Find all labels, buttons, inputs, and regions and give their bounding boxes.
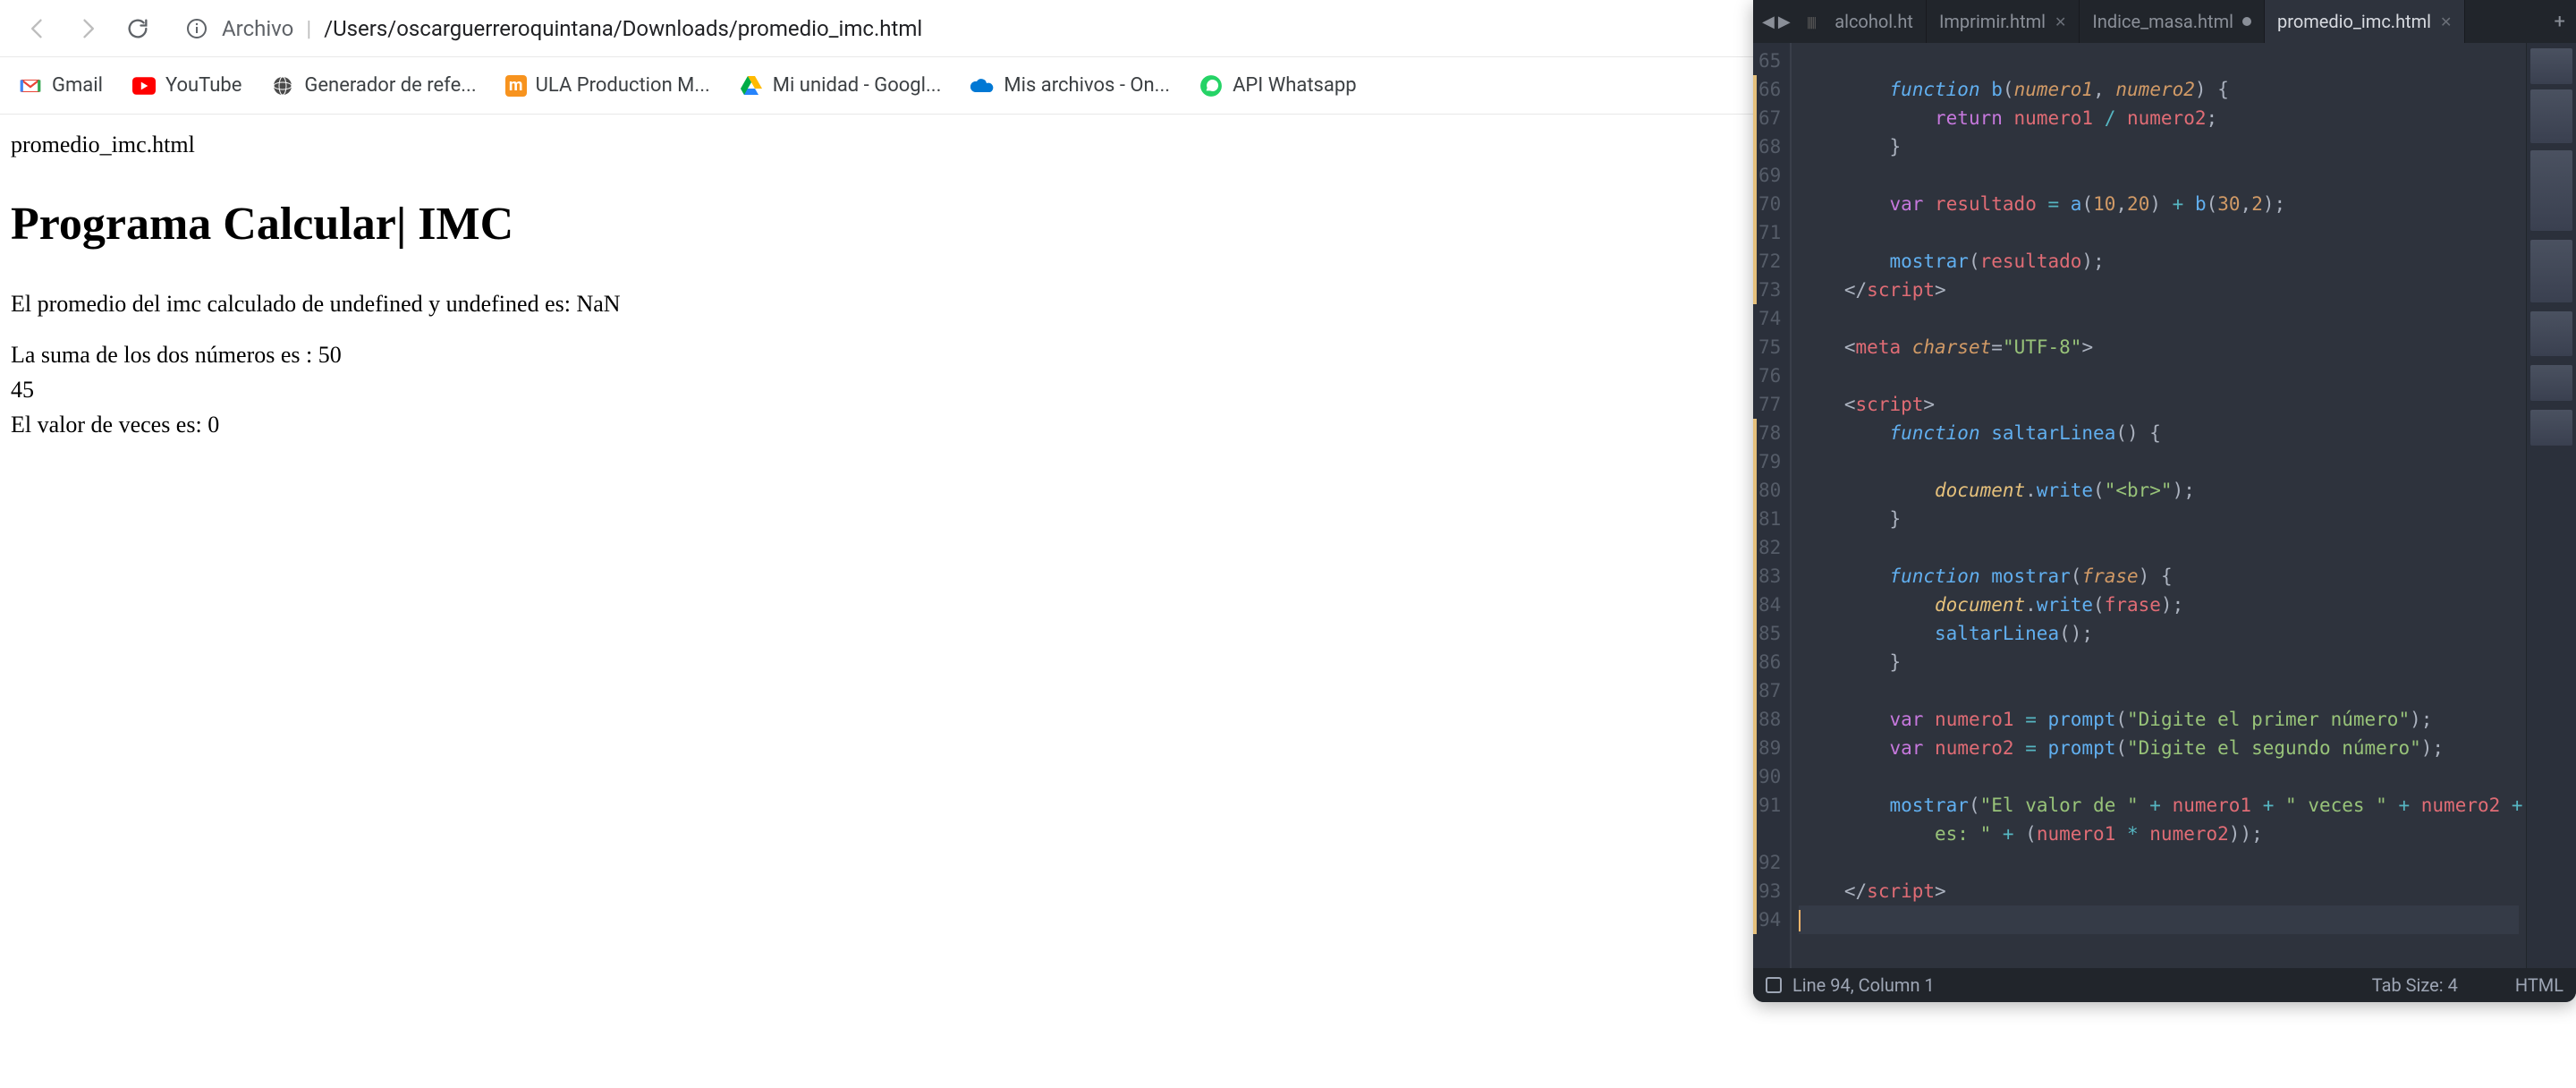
line-number: 78 [1758,419,1781,447]
line-number: 74 [1758,304,1781,333]
browser-window: Archivo | /Users/oscarguerreroquintana/D… [0,0,1753,1088]
line-number: 93 [1758,877,1781,905]
line-number: 71 [1758,218,1781,247]
tabs-nav: ◀ ▶ [1753,0,1800,43]
page-line: El valor de veces es: 0 [11,407,1742,442]
address-path: /Users/oscarguerreroquintana/Downloads/p… [324,16,922,41]
bookmark-whatsapp[interactable]: API Whatsapp [1199,73,1357,98]
line-number: 88 [1758,705,1781,734]
tab-label: promedio_imc.html [2277,11,2431,32]
bookmark-generador[interactable]: Generador de refe... [270,73,476,98]
page-line: La suma de los dos números es : 50 [11,337,1742,372]
new-tab-button[interactable]: + [2544,0,2576,43]
forward-button[interactable] [68,9,107,48]
bookmark-label: YouTube [165,74,242,97]
bookmark-label: Generador de refe... [304,74,476,97]
bookmark-label: ULA Production M... [536,74,710,97]
line-number: 82 [1758,533,1781,562]
bookmarks-bar: Gmail YouTube Generador de refe... m ULA… [0,57,1753,115]
line-number: 87 [1758,676,1781,705]
reload-button[interactable] [118,9,157,48]
status-language[interactable]: HTML [2515,974,2563,996]
line-number [1758,820,1781,848]
line-number: 92 [1758,848,1781,877]
bookmark-label: Gmail [52,74,103,97]
bookmark-ula[interactable]: m ULA Production M... [505,74,710,97]
tab-indice-masa[interactable]: Indice_masa.html [2080,0,2265,43]
line-number: 84 [1758,591,1781,619]
status-bar: Line 94, Column 1 Tab Size: 4 HTML [1753,968,2576,1002]
address-divider: | [306,16,311,41]
text-cursor [1799,910,1801,931]
ula-icon: m [505,75,527,97]
tab-imprimir[interactable]: Imprimir.html ✕ [1927,0,2080,43]
globe-icon [270,73,295,98]
line-number: 77 [1758,390,1781,419]
bookmark-onedrive[interactable]: Mis archivos - On... [970,73,1170,98]
bookmark-label: Mis archivos - On... [1004,74,1170,97]
line-number: 81 [1758,505,1781,533]
gdrive-icon [739,73,764,98]
page-filename: promedio_imc.html [11,127,1742,162]
tab-label: Indice_masa.html [2092,11,2233,32]
line-number: 90 [1758,762,1781,791]
tab-alcohol[interactable]: alcohol.ht [1822,0,1927,43]
page-content: promedio_imc.html Programa Calcular| IMC… [0,115,1753,455]
bookmark-label: Mi unidad - Googl... [773,74,942,97]
gmail-icon [18,73,43,98]
bookmark-gmail[interactable]: Gmail [18,73,103,98]
line-number: 94 [1758,905,1781,934]
dirty-indicator-icon [2242,17,2251,26]
line-number: 80 [1758,476,1781,505]
line-gutter: 65 66 67 68 69 70 71 72 73 74 75 76 77 7… [1753,43,1792,968]
bookmark-youtube[interactable]: YouTube [131,73,242,98]
line-number: 65 [1758,47,1781,75]
line-number: 89 [1758,734,1781,762]
line-number: 72 [1758,247,1781,276]
panel-toggle-icon[interactable] [1766,977,1782,993]
line-number: 91 [1758,791,1781,820]
line-number: 86 [1758,648,1781,676]
line-number: 75 [1758,333,1781,361]
whatsapp-icon [1199,73,1224,98]
onedrive-icon [970,73,995,98]
bookmark-label: API Whatsapp [1233,74,1357,97]
line-number: 70 [1758,190,1781,218]
status-tabsize[interactable]: Tab Size: 4 [2372,974,2458,996]
tab-label: alcohol.ht [1835,11,1913,32]
page-line: 45 [11,372,1742,407]
line-number: 76 [1758,361,1781,390]
tab-label: Imprimir.html [1939,11,2046,32]
bookmark-gdrive[interactable]: Mi unidad - Googl... [739,73,942,98]
close-icon[interactable]: ✕ [2055,13,2066,30]
minimap[interactable] [2526,43,2576,968]
tabs-prev-icon[interactable]: ◀ [1762,13,1775,31]
line-number: 83 [1758,562,1781,591]
line-number: 67 [1758,104,1781,132]
line-number: 73 [1758,276,1781,304]
page-line: El promedio del imc calculado de undefin… [11,286,1742,321]
status-position[interactable]: Line 94, Column 1 [1792,974,1935,996]
tabs-next-icon[interactable]: ▶ [1778,13,1791,31]
editor-tabs: ◀ ▶ ||||| alcohol.ht Imprimir.html ✕ Ind… [1753,0,2576,43]
code-area[interactable]: function b(numero1, numero2) { return nu… [1792,43,2526,968]
code-editor-window: ◀ ▶ ||||| alcohol.ht Imprimir.html ✕ Ind… [1753,0,2576,1002]
page-heading: Programa Calcular| IMC [11,198,1742,251]
back-button[interactable] [18,9,57,48]
close-icon[interactable]: ✕ [2440,13,2452,30]
line-number: 79 [1758,447,1781,476]
tab-promedio-imc[interactable]: promedio_imc.html ✕ [2265,0,2465,43]
line-number: 85 [1758,619,1781,648]
youtube-icon [131,73,157,98]
line-number: 66 [1758,75,1781,104]
address-scheme-label: Archivo [222,16,293,41]
line-number: 68 [1758,132,1781,161]
address-bar[interactable]: Archivo | /Users/oscarguerreroquintana/D… [168,9,1735,48]
info-icon[interactable] [184,16,209,41]
editor-body: 65 66 67 68 69 70 71 72 73 74 75 76 77 7… [1753,43,2576,968]
tabs-divider-icon[interactable]: ||||| [1800,0,1823,43]
line-number: 69 [1758,161,1781,190]
browser-toolbar: Archivo | /Users/oscarguerreroquintana/D… [0,0,1753,57]
